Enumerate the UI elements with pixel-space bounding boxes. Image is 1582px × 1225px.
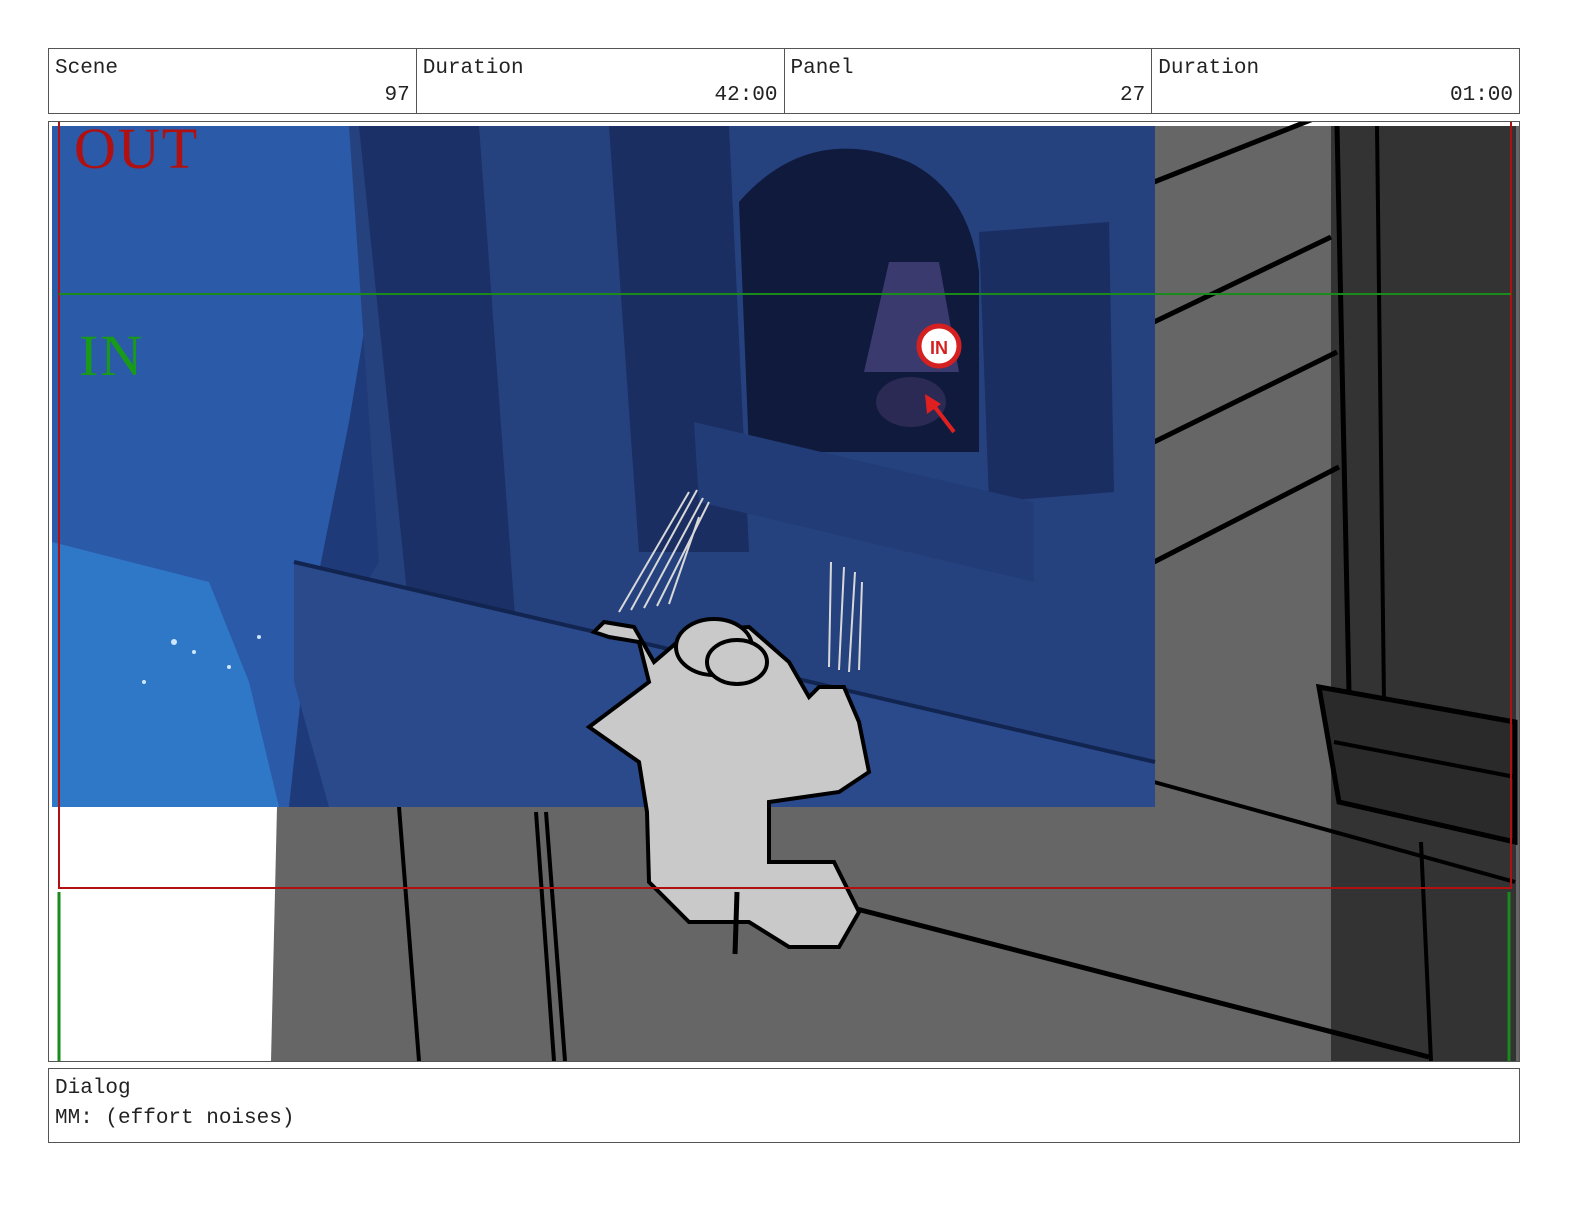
scene-duration-value: 42:00 [714,84,778,107]
sparkle [227,665,231,669]
sparkle [192,650,196,654]
scene-duration-cell: Duration 42:00 [417,49,785,113]
dialog-text: MM: (effort noises) [55,1107,295,1130]
sparkle [171,639,177,645]
panel-label: Panel [790,57,854,80]
storyboard-panel: IN OUT IN [48,121,1520,1062]
sparkle [142,680,146,684]
character-tail [732,891,740,955]
scene-duration-label: Duration [422,57,524,80]
panel-header: Scene 97 Duration 42:00 Panel 27 Duratio… [48,48,1520,114]
frame-out-label: OUT [74,121,200,181]
shutter-right [979,222,1114,502]
scene-cell: Scene 97 [49,49,417,113]
scene-label: Scene [55,57,119,80]
frame-in-label: IN [79,323,145,388]
dialog-box: Dialog MM: (effort noises) [48,1068,1520,1143]
panel-duration-label: Duration [1158,57,1260,80]
panel-value: 27 [1120,84,1146,107]
character-eye-right [705,638,769,686]
dialog-label: Dialog [55,1077,131,1100]
in-sign-text: IN [930,338,948,358]
scene-value: 97 [384,84,410,107]
panel-cell: Panel 27 [785,49,1153,113]
panel-duration-value: 01:00 [1449,84,1513,107]
panel-artwork: IN [49,122,1519,1061]
panel-duration-cell: Duration 01:00 [1152,49,1519,113]
sparkle [257,635,261,639]
